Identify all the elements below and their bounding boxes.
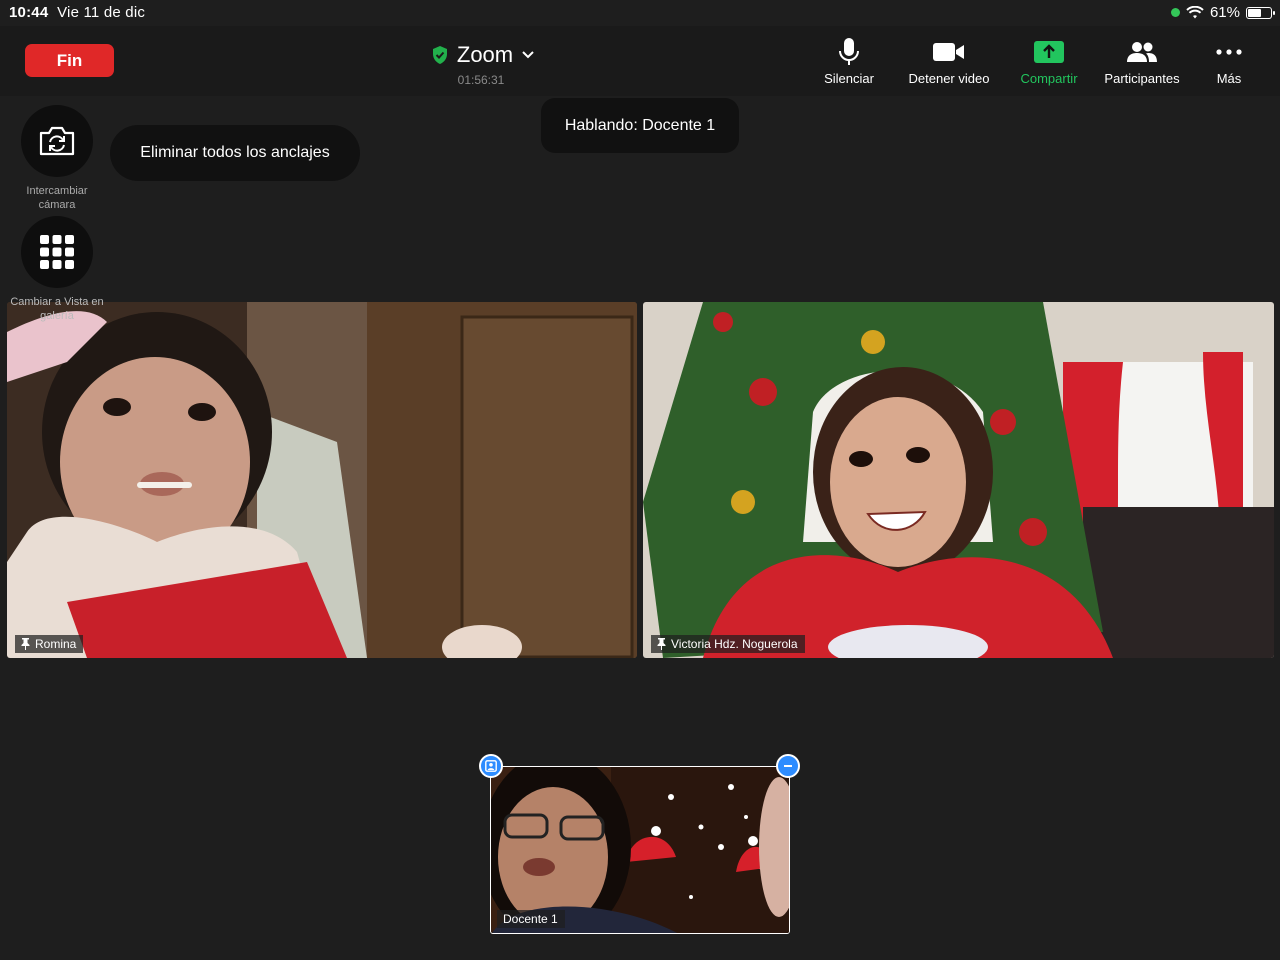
self-video-feed bbox=[491, 767, 789, 933]
mute-button[interactable]: Silenciar bbox=[815, 36, 883, 86]
switch-camera-button[interactable] bbox=[21, 105, 93, 177]
minus-icon bbox=[784, 765, 792, 767]
status-right: 61% bbox=[1170, 4, 1275, 21]
more-dots-icon bbox=[1216, 49, 1242, 55]
battery-percent: 61% bbox=[1209, 4, 1240, 21]
minimize-self-view-button[interactable] bbox=[776, 754, 800, 778]
stop-video-label: Detener video bbox=[908, 71, 990, 86]
participants-label: Participantes bbox=[1104, 71, 1180, 86]
meeting-info[interactable]: Zoom 01:56:31 bbox=[418, 42, 548, 87]
chevron-down-icon bbox=[522, 51, 534, 59]
self-view-switch-button[interactable] bbox=[479, 754, 503, 778]
participants-button[interactable]: Participantes bbox=[1096, 36, 1188, 86]
video-tile-romina[interactable]: Romina bbox=[7, 302, 637, 658]
participant-video-feed bbox=[7, 302, 637, 658]
gallery-view-label: Cambiar a Vista en galería bbox=[10, 296, 104, 322]
status-time: 10:44 Vie 11 de dic bbox=[9, 4, 146, 21]
gallery-view-button[interactable] bbox=[21, 216, 93, 288]
self-view-tile[interactable]: Docente 1 bbox=[490, 766, 790, 934]
participant-name-tag: Victoria Hdz. Noguerola bbox=[651, 635, 805, 653]
share-screen-icon bbox=[1034, 41, 1064, 63]
participants-icon bbox=[1127, 42, 1157, 62]
switch-camera-label: Intercambiar cámara bbox=[26, 185, 88, 211]
more-label: Más bbox=[1216, 71, 1242, 86]
pin-icon bbox=[21, 638, 30, 650]
more-button[interactable]: Más bbox=[1208, 36, 1250, 86]
self-name-tag: Docente 1 bbox=[497, 910, 565, 928]
meeting-toolbar: Fin Zoom 01:56:31 Silenciar Detener vide… bbox=[0, 26, 1280, 96]
person-frame-icon bbox=[485, 760, 497, 772]
share-button[interactable]: Compartir bbox=[1012, 36, 1086, 86]
mute-label: Silenciar bbox=[824, 71, 874, 86]
share-label: Compartir bbox=[1020, 71, 1078, 86]
end-meeting-button[interactable]: Fin bbox=[25, 44, 114, 77]
remove-all-pins-button[interactable]: Eliminar todos los anclajes bbox=[110, 125, 360, 181]
meeting-title: Zoom bbox=[456, 42, 514, 67]
video-camera-icon bbox=[933, 43, 964, 61]
participant-video-feed bbox=[643, 302, 1274, 658]
video-tile-victoria[interactable]: Victoria Hdz. Noguerola bbox=[643, 302, 1274, 658]
stop-video-button[interactable]: Detener video bbox=[899, 36, 999, 86]
self-name: Docente 1 bbox=[503, 912, 558, 926]
grid-icon bbox=[40, 235, 74, 269]
speaking-indicator: Hablando: Docente 1 bbox=[541, 98, 739, 153]
meeting-timer: 01:56:31 bbox=[457, 73, 505, 87]
participant-name-tag: Romina bbox=[15, 635, 84, 653]
microphone-icon bbox=[839, 38, 859, 65]
pin-icon bbox=[657, 638, 666, 650]
wifi-icon bbox=[1186, 5, 1204, 18]
participant-name: Romina bbox=[35, 637, 77, 651]
camera-switch-icon bbox=[39, 126, 75, 156]
battery-icon bbox=[1246, 6, 1275, 19]
shield-check-icon bbox=[432, 46, 447, 64]
status-bar: 10:44 Vie 11 de dic 61% bbox=[0, 0, 1280, 26]
participant-name: Victoria Hdz. Noguerola bbox=[671, 637, 798, 651]
camera-in-use-indicator bbox=[1170, 8, 1180, 17]
